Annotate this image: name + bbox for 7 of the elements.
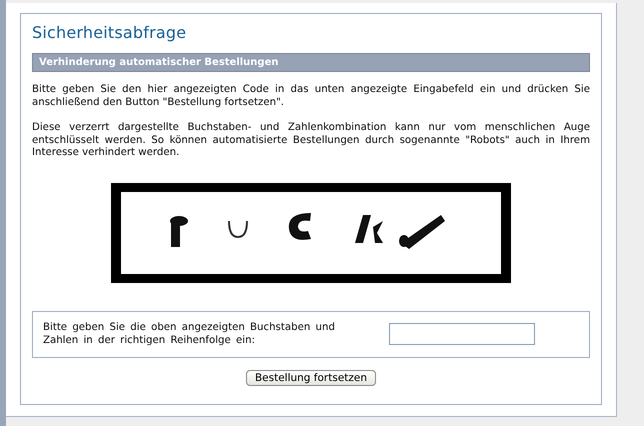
page-title: Sicherheitsabfrage bbox=[32, 23, 188, 42]
paragraph: Bitte geben Sie den hier angezeigten Code in das unten angezeigte Eingabefeld ein und drücken Sie anschließend den Button "Bestellung fortsetzen". bbox=[32, 84, 590, 109]
input-label: Bitte geben Sie die oben angezeigten Buchstaben und Zahlen in der richtigen Reihenfolge ein: bbox=[43, 321, 336, 347]
paragraph: Diese verzerrt dargestellte Buchstaben- und Zahlenkombination kann nur vom menschlichen Auge entschlüsselt werden. So können automatisierte Bestellungen durch sogenannte "Robots" auch in Ihrem Interesse verhindert werden. bbox=[32, 122, 590, 160]
section-header: Verhinderung automatischer Bestellungen bbox=[32, 53, 590, 72]
input-field[interactable] bbox=[389, 323, 535, 345]
continue-button[interactable]: Bestellung fortsetzen bbox=[246, 370, 376, 386]
